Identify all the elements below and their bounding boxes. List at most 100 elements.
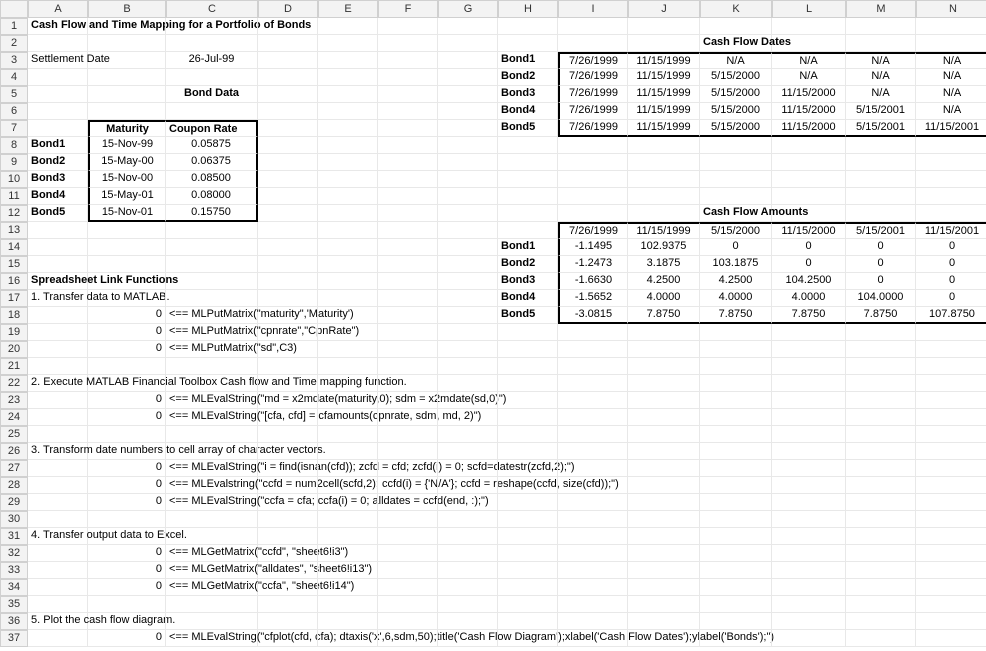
empty-cell[interactable] (916, 630, 986, 647)
empty-cell[interactable] (628, 545, 700, 562)
empty-cell[interactable] (700, 528, 772, 545)
empty-cell[interactable] (378, 494, 438, 511)
empty-cell[interactable] (846, 341, 916, 358)
empty-cell[interactable] (772, 324, 846, 341)
empty-cell[interactable] (498, 154, 558, 171)
empty-cell[interactable] (258, 477, 318, 494)
empty-cell[interactable] (318, 256, 378, 273)
empty-cell[interactable] (846, 443, 916, 460)
empty-cell[interactable] (318, 494, 378, 511)
empty-cell[interactable] (772, 205, 846, 222)
row-header[interactable]: 1 (0, 18, 28, 35)
empty-cell[interactable] (378, 443, 438, 460)
column-header[interactable]: L (772, 0, 846, 18)
row-header[interactable]: 14 (0, 239, 28, 256)
empty-cell[interactable] (700, 188, 772, 205)
empty-cell[interactable] (438, 528, 498, 545)
empty-cell[interactable] (28, 409, 88, 426)
empty-cell[interactable] (438, 477, 498, 494)
empty-cell[interactable] (378, 426, 438, 443)
empty-cell[interactable] (318, 613, 378, 630)
empty-cell[interactable] (318, 307, 378, 324)
empty-cell[interactable] (558, 171, 628, 188)
empty-cell[interactable] (700, 358, 772, 375)
empty-cell[interactable] (88, 256, 166, 273)
empty-cell[interactable] (166, 511, 258, 528)
empty-cell[interactable] (438, 443, 498, 460)
empty-cell[interactable] (28, 341, 88, 358)
empty-cell[interactable] (88, 613, 166, 630)
empty-cell[interactable] (258, 494, 318, 511)
empty-cell[interactable] (846, 511, 916, 528)
empty-cell[interactable] (318, 324, 378, 341)
empty-cell[interactable] (28, 358, 88, 375)
empty-cell[interactable] (498, 528, 558, 545)
empty-cell[interactable] (916, 443, 986, 460)
empty-cell[interactable] (846, 630, 916, 647)
empty-cell[interactable] (438, 630, 498, 647)
empty-cell[interactable] (438, 137, 498, 154)
empty-cell[interactable] (498, 358, 558, 375)
empty-cell[interactable] (258, 511, 318, 528)
empty-cell[interactable] (700, 562, 772, 579)
empty-cell[interactable] (318, 18, 378, 35)
empty-cell[interactable] (916, 137, 986, 154)
row-header[interactable]: 27 (0, 460, 28, 477)
empty-cell[interactable] (772, 579, 846, 596)
empty-cell[interactable] (700, 171, 772, 188)
column-header[interactable]: F (378, 0, 438, 18)
empty-cell[interactable] (700, 341, 772, 358)
empty-cell[interactable] (558, 324, 628, 341)
empty-cell[interactable] (318, 171, 378, 188)
empty-cell[interactable] (916, 35, 986, 52)
empty-cell[interactable] (916, 375, 986, 392)
empty-cell[interactable] (772, 35, 846, 52)
empty-cell[interactable] (438, 460, 498, 477)
empty-cell[interactable] (628, 171, 700, 188)
empty-cell[interactable] (772, 630, 846, 647)
empty-cell[interactable] (258, 460, 318, 477)
empty-cell[interactable] (318, 630, 378, 647)
column-header[interactable]: N (916, 0, 986, 18)
empty-cell[interactable] (258, 256, 318, 273)
empty-cell[interactable] (498, 460, 558, 477)
empty-cell[interactable] (846, 154, 916, 171)
empty-cell[interactable] (88, 528, 166, 545)
empty-cell[interactable] (846, 596, 916, 613)
empty-cell[interactable] (378, 69, 438, 86)
row-header[interactable]: 23 (0, 392, 28, 409)
empty-cell[interactable] (166, 596, 258, 613)
empty-cell[interactable] (378, 579, 438, 596)
empty-cell[interactable] (438, 120, 498, 137)
row-header[interactable]: 35 (0, 596, 28, 613)
empty-cell[interactable] (318, 120, 378, 137)
empty-cell[interactable] (498, 630, 558, 647)
empty-cell[interactable] (258, 358, 318, 375)
empty-cell[interactable] (700, 460, 772, 477)
empty-cell[interactable] (438, 103, 498, 120)
empty-cell[interactable] (916, 494, 986, 511)
empty-cell[interactable] (28, 256, 88, 273)
empty-cell[interactable] (916, 409, 986, 426)
empty-cell[interactable] (166, 358, 258, 375)
empty-cell[interactable] (258, 375, 318, 392)
empty-cell[interactable] (166, 18, 258, 35)
empty-cell[interactable] (700, 494, 772, 511)
empty-cell[interactable] (498, 426, 558, 443)
empty-cell[interactable] (378, 239, 438, 256)
empty-cell[interactable] (166, 443, 258, 460)
empty-cell[interactable] (628, 154, 700, 171)
empty-cell[interactable] (438, 341, 498, 358)
empty-cell[interactable] (258, 35, 318, 52)
row-header[interactable]: 32 (0, 545, 28, 562)
empty-cell[interactable] (88, 426, 166, 443)
empty-cell[interactable] (166, 290, 258, 307)
empty-cell[interactable] (318, 239, 378, 256)
empty-cell[interactable] (700, 137, 772, 154)
empty-cell[interactable] (28, 562, 88, 579)
empty-cell[interactable] (558, 511, 628, 528)
empty-cell[interactable] (846, 579, 916, 596)
empty-cell[interactable] (498, 613, 558, 630)
empty-cell[interactable] (628, 324, 700, 341)
empty-cell[interactable] (378, 341, 438, 358)
